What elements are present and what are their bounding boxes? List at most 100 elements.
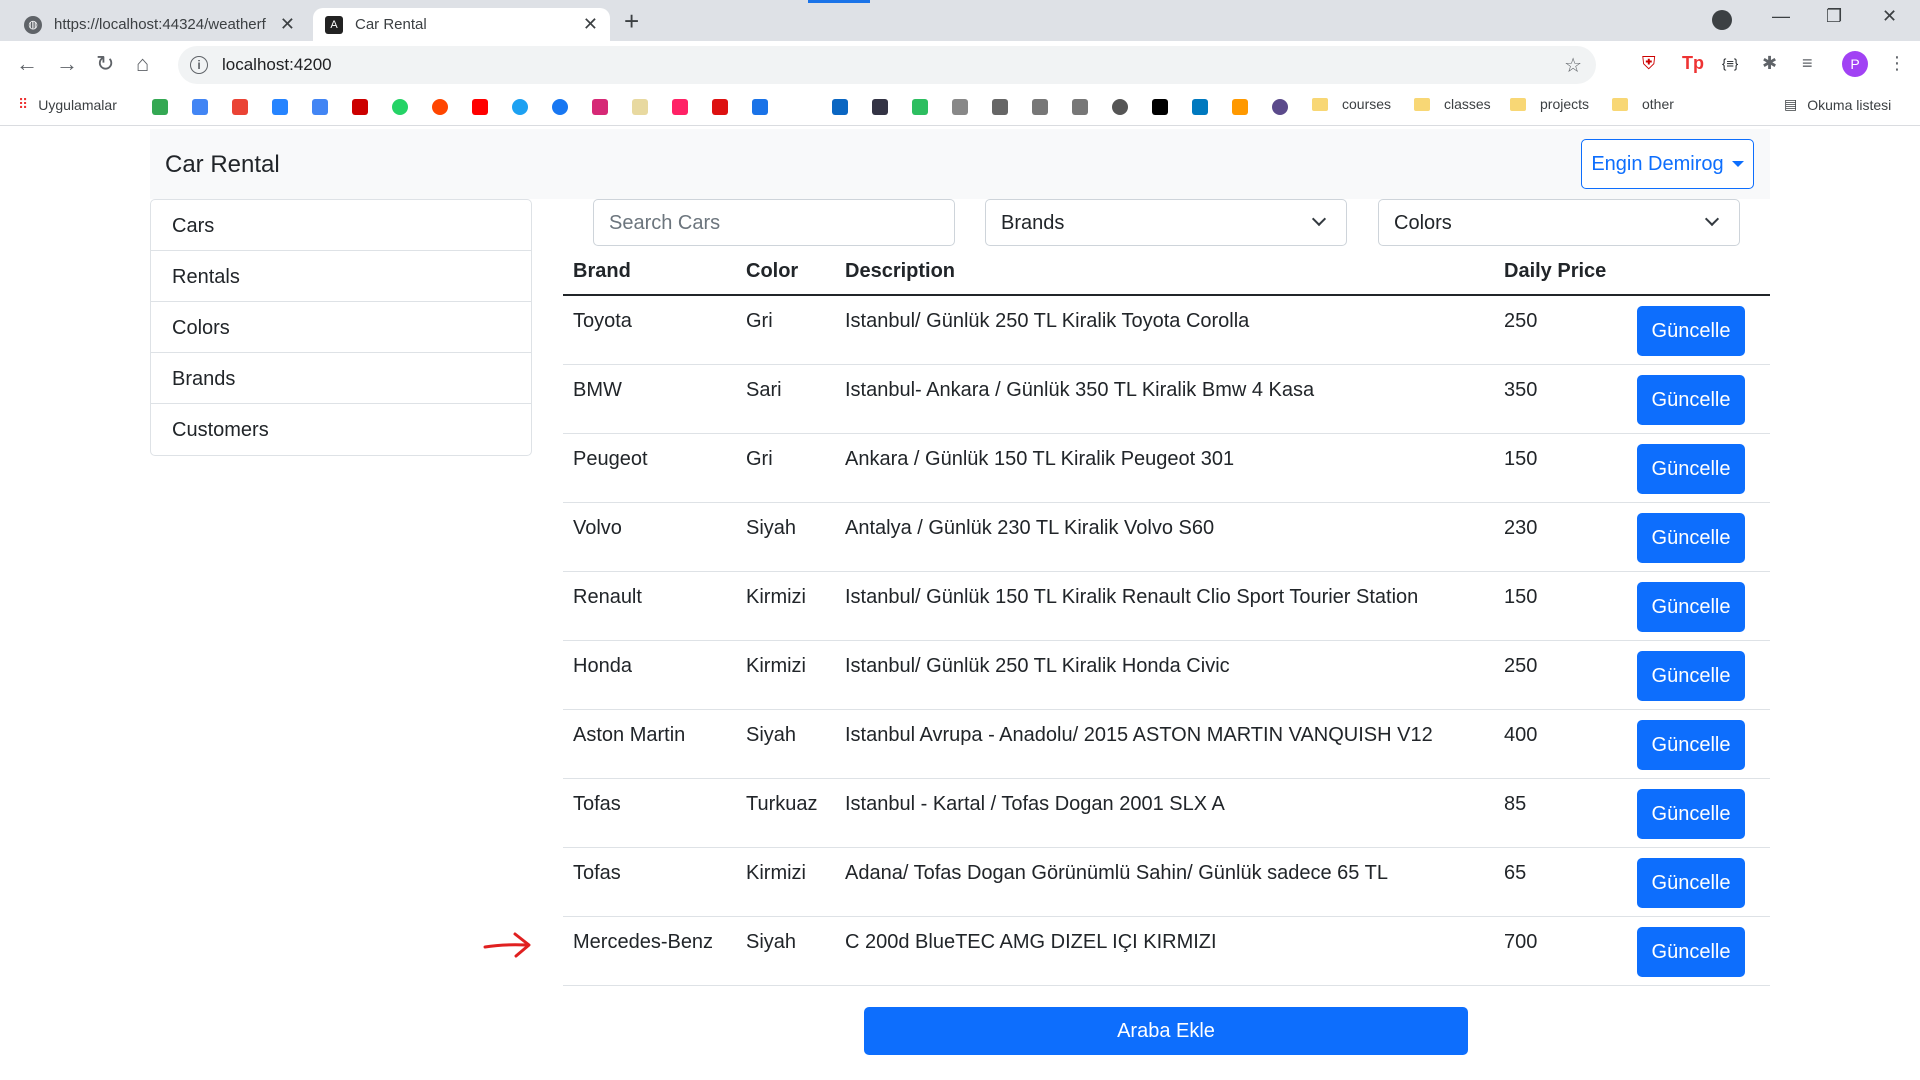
brand-select-value: Brands (1001, 212, 1065, 234)
update-button[interactable]: Güncelle (1637, 720, 1745, 770)
m-bookmark-icon[interactable] (1152, 99, 1168, 115)
new-tab-icon[interactable]: + (624, 6, 639, 37)
close-window-icon[interactable]: ✕ (1882, 6, 1897, 27)
evernote-icon[interactable] (912, 99, 928, 115)
app-navbar: Car Rental Engin Demirog (150, 129, 1770, 199)
diamond-bookmark-icon[interactable] (872, 99, 888, 115)
heart-bookmark-icon[interactable] (712, 99, 728, 115)
update-button[interactable]: Güncelle (1637, 651, 1745, 701)
json-extension-icon[interactable]: {≡} (1722, 56, 1738, 71)
sidebar-item-rentals[interactable]: Rentals (151, 251, 531, 302)
cell-description: C 200d BlueTEC AMG DIZEL IÇI KIRMIZI (845, 931, 1217, 953)
cell-price: 230 (1504, 517, 1538, 539)
calendar-icon[interactable] (192, 99, 208, 115)
user-menu-button[interactable]: Engin Demirog (1581, 139, 1754, 189)
sidebar-list: Cars Rentals Colors Brands Customers (150, 199, 532, 456)
reload-icon[interactable]: ↻ (96, 51, 114, 77)
bookmark-folder-projects[interactable]: projects (1510, 96, 1589, 112)
shield-extension-icon[interactable]: ⛨ (1642, 53, 1656, 74)
info-icon[interactable]: i (190, 56, 208, 74)
cell-color: Sari (746, 379, 782, 401)
orange-bookmark-icon[interactable] (1232, 99, 1248, 115)
address-bar[interactable]: i localhost:4200 ☆ (178, 46, 1596, 84)
browser-tab[interactable]: ◍ https://localhost:44324/weatherf ✕ (12, 8, 307, 41)
home-icon[interactable]: ⌂ (136, 51, 149, 77)
sidebar-item-cars[interactable]: Cars (151, 200, 531, 251)
puzzle-extension-icon[interactable]: ✱ (1762, 53, 1777, 74)
goodreads-icon[interactable] (632, 99, 648, 115)
youtube-icon[interactable] (472, 99, 488, 115)
instagram-icon[interactable] (592, 99, 608, 115)
sidebar-item-customers[interactable]: Customers (151, 404, 531, 455)
table-row: Peugeot Gri Ankara / Günlük 150 TL Kiralik… (563, 434, 1770, 503)
color-select[interactable]: Colors (1378, 199, 1740, 246)
table-row: Toyota Gri Istanbul/ Günlük 250 TL Kiralik… (563, 296, 1770, 365)
update-button[interactable]: Güncelle (1637, 513, 1745, 563)
cell-price: 150 (1504, 448, 1538, 470)
link-icon[interactable] (672, 99, 688, 115)
gmail-icon[interactable] (232, 99, 248, 115)
network-bookmark-icon[interactable] (952, 99, 968, 115)
twitter-icon[interactable] (512, 99, 528, 115)
update-button[interactable]: Güncelle (1637, 582, 1745, 632)
circle-bookmark-icon[interactable] (1112, 99, 1128, 115)
facebook-icon[interactable] (552, 99, 568, 115)
bookmark-folder-other[interactable]: other (1612, 96, 1674, 112)
minimize-icon[interactable]: — (1772, 6, 1790, 27)
search-input[interactable]: Search Cars (593, 199, 955, 246)
brand-select[interactable]: Brands (985, 199, 1347, 246)
update-button[interactable]: Güncelle (1637, 444, 1745, 494)
cross-bookmark-icon[interactable] (992, 99, 1008, 115)
add-car-button[interactable]: Araba Ekle (864, 1007, 1468, 1055)
cell-description: Adana/ Tofas Dogan Görünümlü Sahin/ Günl… (845, 862, 1388, 884)
purple-bookmark-icon[interactable] (1272, 99, 1288, 115)
cell-brand: Renault (573, 586, 642, 608)
back-icon[interactable]: ← (16, 51, 38, 77)
header-color: Color (746, 260, 799, 282)
drive-icon[interactable] (152, 99, 168, 115)
cell-description: Istanbul - Kartal / Tofas Dogan 2001 SLX… (845, 793, 1225, 815)
table-row: Tofas Kirmizi Adana/ Tofas Dogan Görünümlü… (563, 848, 1770, 917)
reading-queue-icon[interactable]: ≡ (1802, 53, 1813, 74)
close-tab-icon[interactable]: ✕ (280, 14, 295, 35)
bookmark-folder-classes[interactable]: classes (1414, 96, 1491, 112)
reddit-icon[interactable] (432, 99, 448, 115)
w2-bookmark-icon[interactable] (1072, 99, 1088, 115)
trello-icon[interactable] (1192, 99, 1208, 115)
close-tab-icon[interactable]: ✕ (583, 14, 598, 35)
tp-extension-icon[interactable]: Tp (1682, 53, 1704, 74)
w-bookmark-icon[interactable] (1032, 99, 1048, 115)
whatsapp-icon[interactable] (392, 99, 408, 115)
table-row: Honda Kirmizi Istanbul/ Günlük 250 TL Kira… (563, 641, 1770, 710)
browser-tab-active[interactable]: A Car Rental ✕ (313, 8, 610, 41)
update-button[interactable]: Güncelle (1637, 789, 1745, 839)
cell-price: 250 (1504, 655, 1538, 677)
jira-icon[interactable] (272, 99, 288, 115)
update-button[interactable]: Güncelle (1637, 375, 1745, 425)
bookmark-folder-courses[interactable]: courses (1312, 96, 1391, 112)
reading-list[interactable]: ▤ Okuma listesi (1784, 96, 1891, 113)
forward-icon[interactable]: → (56, 51, 78, 77)
cell-description: Ankara / Günlük 150 TL Kiralik Peugeot 3… (845, 448, 1235, 470)
sidebar-item-colors[interactable]: Colors (151, 302, 531, 353)
translate-icon[interactable] (312, 99, 328, 115)
triangle-bookmark-icon[interactable] (752, 99, 768, 115)
cell-price: 400 (1504, 724, 1538, 746)
bookmark-star-icon[interactable]: ☆ (1564, 53, 1582, 78)
update-button[interactable]: Güncelle (1637, 858, 1745, 908)
table-row: Renault Kirmizi Istanbul/ Günlük 150 TL Ki… (563, 572, 1770, 641)
sidebar-item-brands[interactable]: Brands (151, 353, 531, 404)
update-button[interactable]: Güncelle (1637, 927, 1745, 977)
menu-icon[interactable]: ⋮ (1888, 53, 1906, 74)
avatar[interactable]: P (1842, 51, 1868, 77)
apps-bookmark[interactable]: ⠿ Uygulamalar (18, 96, 117, 113)
linkedin-icon[interactable] (832, 99, 848, 115)
globe-icon: ◍ (24, 15, 42, 34)
app-brand[interactable]: Car Rental (165, 151, 280, 179)
cell-brand: Peugeot (573, 448, 648, 470)
update-button[interactable]: Güncelle (1637, 306, 1745, 356)
tab-search-icon[interactable] (1712, 10, 1732, 30)
docs-icon[interactable] (352, 99, 368, 115)
restore-icon[interactable]: ❐ (1826, 6, 1842, 27)
cell-brand: Aston Martin (573, 724, 686, 746)
